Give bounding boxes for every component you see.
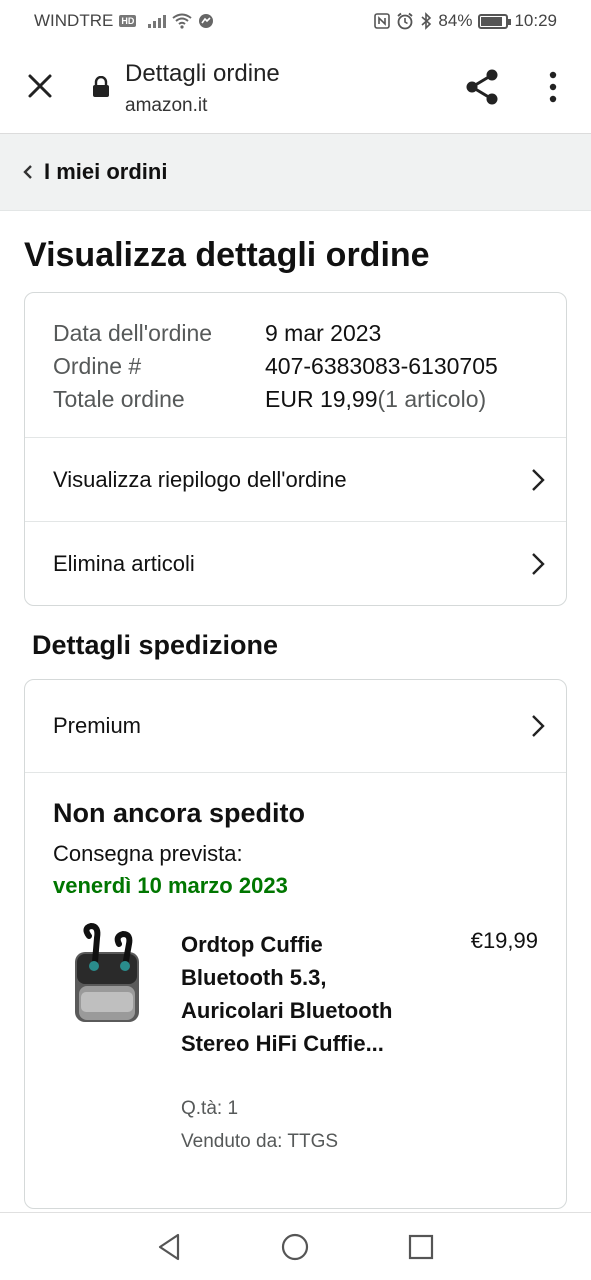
back-triangle-icon[interactable] bbox=[154, 1231, 186, 1263]
status-right: 84% 10:29 bbox=[374, 11, 557, 31]
order-date-label: Data dell'ordine bbox=[53, 320, 213, 346]
network-badge: HD bbox=[119, 15, 137, 27]
alarm-icon bbox=[397, 12, 413, 30]
order-meta: Data dell'ordine 9 mar 2023 Ordine # 407… bbox=[53, 317, 498, 416]
product-price: €19,99 bbox=[470, 928, 538, 953]
recents-square-icon[interactable] bbox=[405, 1231, 437, 1263]
shipping-section-title: Dettagli spedizione bbox=[32, 630, 279, 660]
shipment-status-block: Non ancora spedito Consegna prevista: ve… bbox=[53, 798, 305, 899]
order-total-row: Totale ordine EUR 19,99 (1 articolo) bbox=[53, 383, 498, 416]
signal-icon bbox=[148, 14, 167, 28]
browser-page-title: Dettagli ordine bbox=[125, 60, 280, 87]
status-bar: WINDTRE HD 84% 10:29 bbox=[0, 0, 591, 42]
battery-percent: 84% bbox=[438, 11, 473, 30]
delivery-estimate-date: venerdì 10 marzo 2023 bbox=[53, 873, 288, 898]
order-date-row: Data dell'ordine 9 mar 2023 bbox=[53, 317, 498, 350]
bluetooth-icon bbox=[421, 12, 432, 30]
product-title-link[interactable]: Ordtop Cuffie Bluetooth 5.3, Auricolari … bbox=[181, 928, 411, 1060]
delete-items-link[interactable]: Elimina articoli bbox=[25, 521, 566, 605]
chevron-right-icon bbox=[532, 468, 545, 491]
browser-toolbar: Dettagli ordine amazon.it bbox=[0, 42, 591, 134]
shipping-card: Premium Non ancora spedito Consegna prev… bbox=[24, 679, 567, 1209]
clock: 10:29 bbox=[514, 11, 557, 30]
view-order-summary-link[interactable]: Visualizza riepilogo dell'ordine bbox=[25, 437, 566, 521]
order-item-count: (1 articolo) bbox=[377, 386, 487, 412]
shipping-method-label: Premium bbox=[53, 713, 142, 738]
share-icon[interactable] bbox=[462, 66, 504, 108]
view-order-summary-label: Visualizza riepilogo dell'ordine bbox=[53, 466, 347, 492]
status-left: WINDTRE HD bbox=[34, 11, 214, 31]
system-nav-bar bbox=[0, 1212, 591, 1280]
order-number-value: 407-6383083-6130705 bbox=[265, 353, 498, 379]
carrier-name: WINDTRE bbox=[34, 11, 114, 30]
chevron-left-icon bbox=[23, 165, 32, 179]
order-summary-card: Data dell'ordine 9 mar 2023 Ordine # 407… bbox=[24, 292, 567, 606]
close-icon[interactable] bbox=[24, 70, 56, 102]
product-quantity: Q.tà: 1 bbox=[181, 1098, 239, 1119]
shipping-method-link[interactable]: Premium bbox=[25, 680, 566, 772]
order-number-label: Ordine # bbox=[53, 353, 142, 379]
lock-icon bbox=[93, 76, 109, 97]
divider bbox=[25, 772, 566, 773]
breadcrumb-my-orders[interactable]: I miei ordini bbox=[0, 134, 591, 211]
browser-url[interactable]: amazon.it bbox=[125, 95, 207, 117]
order-number-row: Ordine # 407-6383083-6130705 bbox=[53, 350, 498, 383]
delivery-estimate-label: Consegna prevista: bbox=[53, 841, 243, 866]
breadcrumb-label: I miei ordini bbox=[44, 159, 168, 184]
order-date-value: 9 mar 2023 bbox=[265, 320, 382, 346]
delete-items-label: Elimina articoli bbox=[53, 550, 195, 576]
shipment-status: Non ancora spedito bbox=[53, 798, 306, 828]
page-title: Visualizza dettagli ordine bbox=[24, 236, 430, 274]
product-seller: Venduto da: TTGS bbox=[181, 1131, 339, 1152]
chevron-right-icon bbox=[532, 552, 545, 575]
product-image[interactable] bbox=[67, 922, 147, 1032]
messenger-icon bbox=[199, 14, 214, 28]
chevron-right-icon bbox=[532, 715, 545, 737]
wifi-icon bbox=[172, 13, 192, 29]
home-circle-icon[interactable] bbox=[279, 1231, 311, 1263]
more-vert-icon[interactable] bbox=[538, 68, 568, 106]
nfc-icon bbox=[374, 13, 391, 29]
order-total-value: EUR 19,99 bbox=[265, 386, 378, 412]
battery-icon bbox=[478, 13, 512, 29]
order-total-label: Totale ordine bbox=[53, 386, 185, 412]
